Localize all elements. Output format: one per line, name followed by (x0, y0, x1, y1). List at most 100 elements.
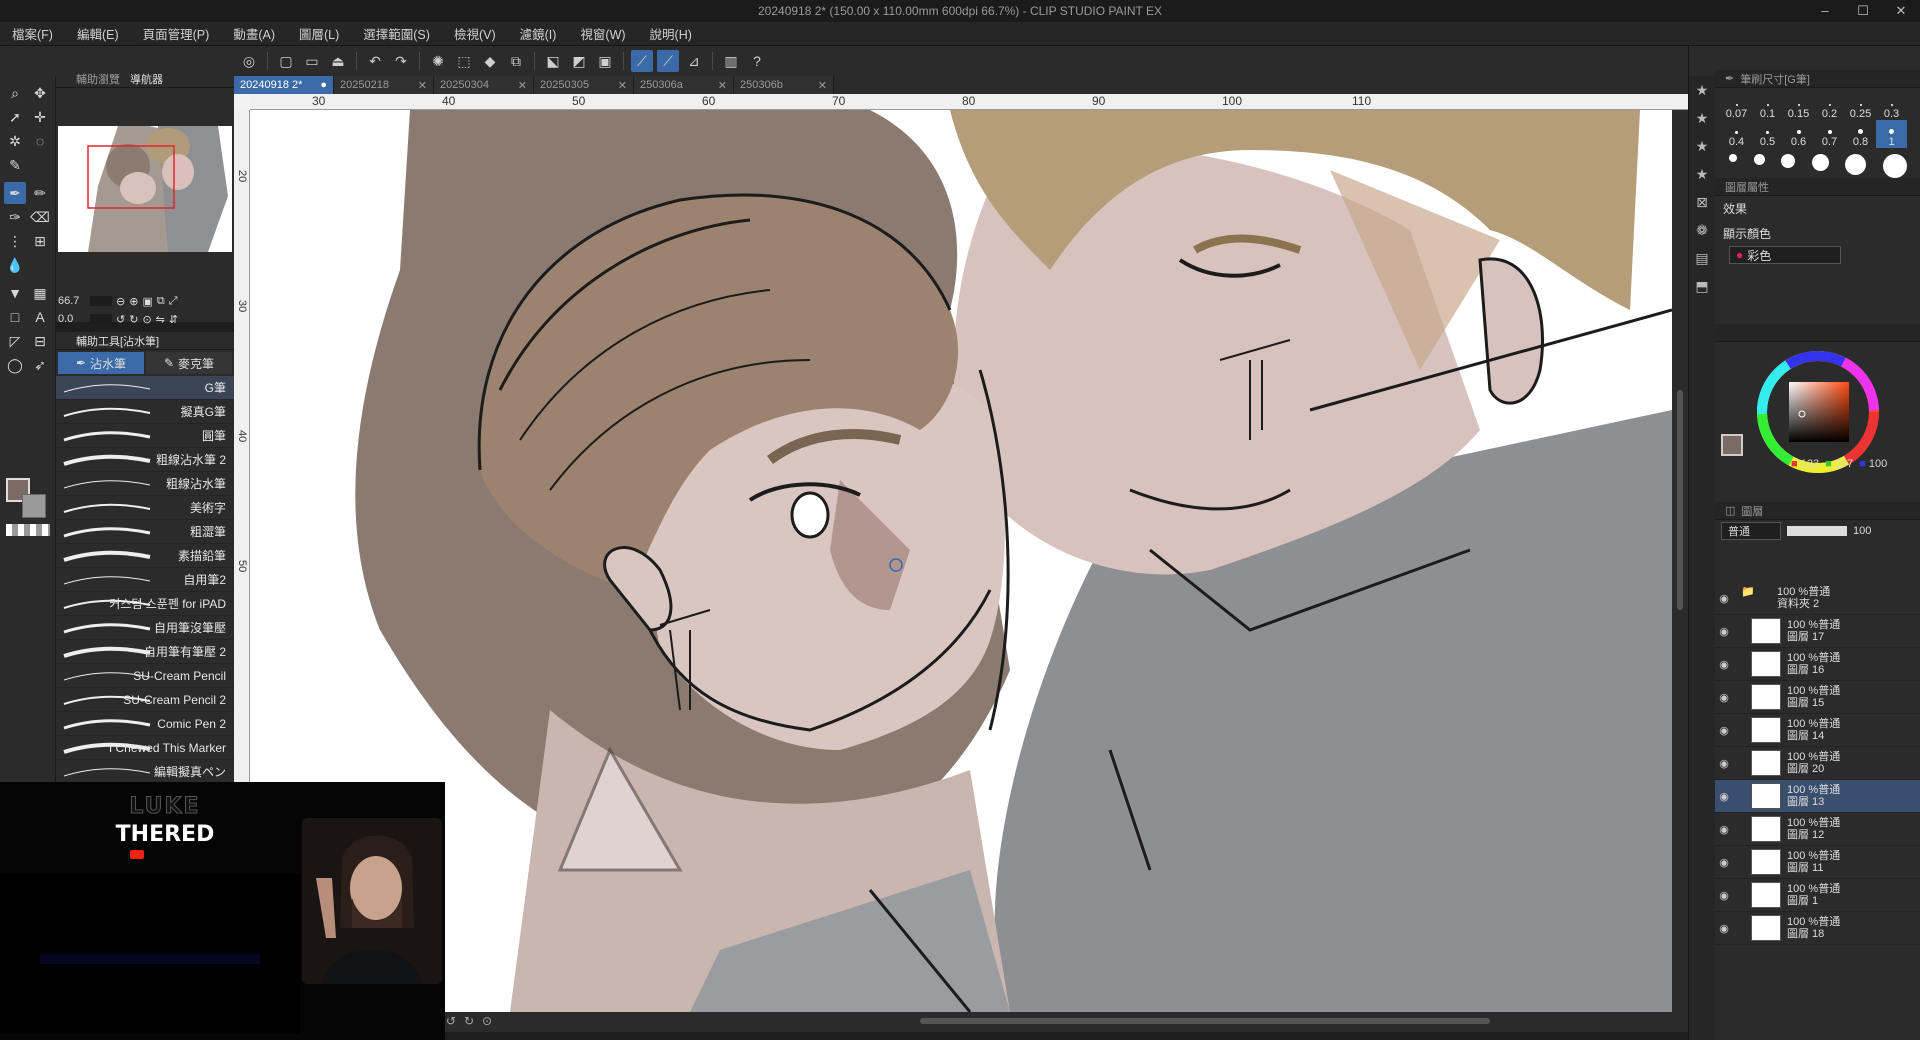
gradient-icon[interactable]: ▦ (29, 282, 51, 304)
brush-size-option[interactable]: 0.6 (1783, 120, 1814, 148)
brush-size-option[interactable]: 0.25 (1845, 92, 1876, 120)
layer-row[interactable]: ◉ 100 %普通 圖層 17 (1715, 615, 1920, 648)
brush-item[interactable]: 自用筆有筆壓 2 (56, 640, 234, 664)
size-dot[interactable] (1753, 154, 1765, 165)
tool-property-icon[interactable]: ⊠ (1689, 188, 1715, 216)
close-tab-icon[interactable]: ✕ (418, 79, 427, 92)
rotate-right-small-icon[interactable]: ↻ (464, 1014, 474, 1028)
brush-size-option[interactable]: 1 (1876, 120, 1907, 148)
brush-item[interactable]: 自用筆2 (56, 568, 234, 592)
correct-line-icon[interactable]: ➶ (29, 354, 51, 376)
menu-help[interactable]: 說明(H) (638, 24, 704, 43)
brush-icon[interactable]: ✑ (4, 206, 26, 228)
close-tab-icon[interactable]: ✕ (518, 79, 527, 92)
material-icon-3[interactable]: ★ (1689, 132, 1715, 160)
eraser-icon[interactable]: ⌫ (29, 206, 51, 228)
clip-studio-icon[interactable]: ◎ (238, 50, 260, 72)
selection-launcher-icon[interactable]: ▣ (594, 50, 616, 72)
decoration-icon[interactable]: ⊞ (29, 230, 51, 252)
rotate-left-small-icon[interactable]: ↺ (446, 1014, 456, 1028)
brush-item[interactable]: 素描鉛筆 (56, 544, 234, 568)
visibility-eye-icon[interactable]: ◉ (1715, 823, 1733, 836)
layer-row[interactable]: ◉ 100 %普通 圖層 15 (1715, 681, 1920, 714)
size-dot[interactable] (1729, 154, 1738, 162)
brush-size-option[interactable]: 0.8 (1845, 120, 1876, 148)
blend-mode-select[interactable]: 普通 (1721, 522, 1781, 540)
visibility-eye-icon[interactable]: ◉ (1715, 757, 1733, 770)
redo-icon[interactable]: ↷ (390, 50, 412, 72)
opacity-value[interactable]: 100 (1853, 525, 1871, 537)
tab-marker[interactable]: ✎ 麥克筆 (146, 352, 232, 374)
visibility-eye-icon[interactable]: ◉ (1715, 691, 1733, 704)
auto-select-icon[interactable]: ✲ (4, 130, 26, 152)
brush-item[interactable]: 粗澀筆 (56, 520, 234, 544)
layer-row[interactable]: ◉ 100 %普通 圖層 12 (1715, 813, 1920, 846)
minimize-button[interactable]: – (1806, 0, 1844, 22)
new-file-icon[interactable]: ▢ (275, 50, 297, 72)
deselect-icon[interactable]: ⬕ (542, 50, 564, 72)
modified-dot-icon[interactable]: ● (320, 79, 327, 91)
visibility-eye-icon[interactable]: ◉ (1715, 856, 1733, 869)
flip-vertical-icon[interactable]: ⇵ (169, 313, 178, 326)
canvas-vertical-scrollbar[interactable] (1672, 110, 1688, 1012)
brush-item[interactable]: SU-Cream Pencil 2 (56, 688, 234, 712)
vertical-scroll-thumb[interactable] (1677, 390, 1683, 610)
brush-size-option[interactable]: 0.1 (1752, 92, 1783, 120)
brush-size-option[interactable]: 0.15 (1783, 92, 1814, 120)
layer-row[interactable]: ◉ 100 %普通 圖層 16 (1715, 648, 1920, 681)
color-set-icon[interactable]: ❁ (1689, 216, 1715, 244)
ruler-icon[interactable]: ⊟ (29, 330, 51, 352)
fit-window-icon[interactable]: ⤢ (169, 295, 178, 308)
brush-item[interactable]: 擬真G筆 (56, 400, 234, 424)
close-tab-icon[interactable]: ✕ (818, 79, 827, 92)
layer-row[interactable]: ◉ 100 %普通 圖層 13 (1715, 780, 1920, 813)
flip-horizontal-icon[interactable]: ⇋ (156, 313, 165, 326)
menu-layer[interactable]: 圖層(L) (287, 24, 351, 43)
layer-folder-row[interactable]: ◉ 📁 100 %普通 資料夾 2 (1715, 582, 1920, 615)
visibility-eye-icon[interactable]: ◉ (1715, 658, 1733, 671)
airbrush-icon[interactable]: ⋮ (4, 230, 26, 252)
lasso-icon[interactable]: ◌ (29, 130, 51, 152)
sub-color-swatch[interactable] (22, 494, 46, 518)
document-tab[interactable]: 20250218 ✕ (334, 76, 434, 94)
material-icon[interactable]: ★ (1689, 76, 1715, 104)
open-file-icon[interactable]: ▭ (301, 50, 323, 72)
size-dot[interactable] (1811, 154, 1829, 171)
display-color-select[interactable]: ● 彩色 (1729, 246, 1841, 264)
close-tab-icon[interactable]: ✕ (718, 79, 727, 92)
pencil-icon[interactable]: ✏ (29, 182, 51, 204)
history-icon[interactable]: ▤ (1689, 244, 1715, 272)
reset-rotation-icon[interactable]: ⊙ (142, 313, 151, 326)
current-color-swatch[interactable] (1721, 434, 1743, 456)
visibility-eye-icon[interactable]: ◉ (1715, 922, 1733, 935)
visibility-eye-icon[interactable]: ◉ (1715, 625, 1733, 638)
eyedropper-icon[interactable]: ✎ (4, 154, 26, 176)
snap-ruler-icon[interactable]: ⟋ (631, 50, 653, 72)
brush-item[interactable]: 粗線沾水筆 (56, 472, 234, 496)
device-settings-icon[interactable]: ▥ (720, 50, 742, 72)
rotate-right-icon[interactable]: ↻ (129, 313, 138, 326)
transparent-color-swatch[interactable] (6, 524, 50, 536)
zoom-out-icon[interactable]: ⊖ (116, 295, 125, 308)
horizontal-scroll-thumb[interactable] (920, 1018, 1490, 1024)
material-icon-2[interactable]: ★ (1689, 104, 1715, 132)
material-icon-4[interactable]: ★ (1689, 160, 1715, 188)
transform-icon[interactable]: ⧉ (505, 50, 527, 72)
actual-size-icon[interactable]: ▣ (142, 295, 152, 308)
brush-size-option[interactable]: 0.5 (1752, 120, 1783, 148)
layer-row[interactable]: ◉ 100 %普通 圖層 20 (1715, 747, 1920, 780)
canvas-artwork[interactable] (250, 110, 1673, 1013)
visibility-eye-icon[interactable]: ◉ (1715, 889, 1733, 902)
brush-item[interactable]: I Chewed This Marker (56, 736, 234, 760)
tab-dip-pen[interactable]: ✒ 沾水筆 (58, 352, 144, 374)
search-layer-icon[interactable]: ⬒ (1689, 272, 1715, 300)
fit-icon[interactable]: ⧉ (157, 295, 165, 308)
fill-bucket-icon[interactable]: ▼ (4, 282, 26, 304)
operation-icon[interactable]: ➚ (4, 106, 26, 128)
document-tab[interactable]: 20250304 ✕ (434, 76, 534, 94)
brush-item[interactable]: 編輯擬真ペン (56, 760, 234, 782)
brush-size-option[interactable]: 0.4 (1721, 120, 1752, 148)
document-tab[interactable]: 250306a ✕ (634, 76, 734, 94)
brush-size-option[interactable]: 0.3 (1876, 92, 1907, 120)
tab-sub-view[interactable]: 輔助瀏覽 (76, 71, 120, 87)
